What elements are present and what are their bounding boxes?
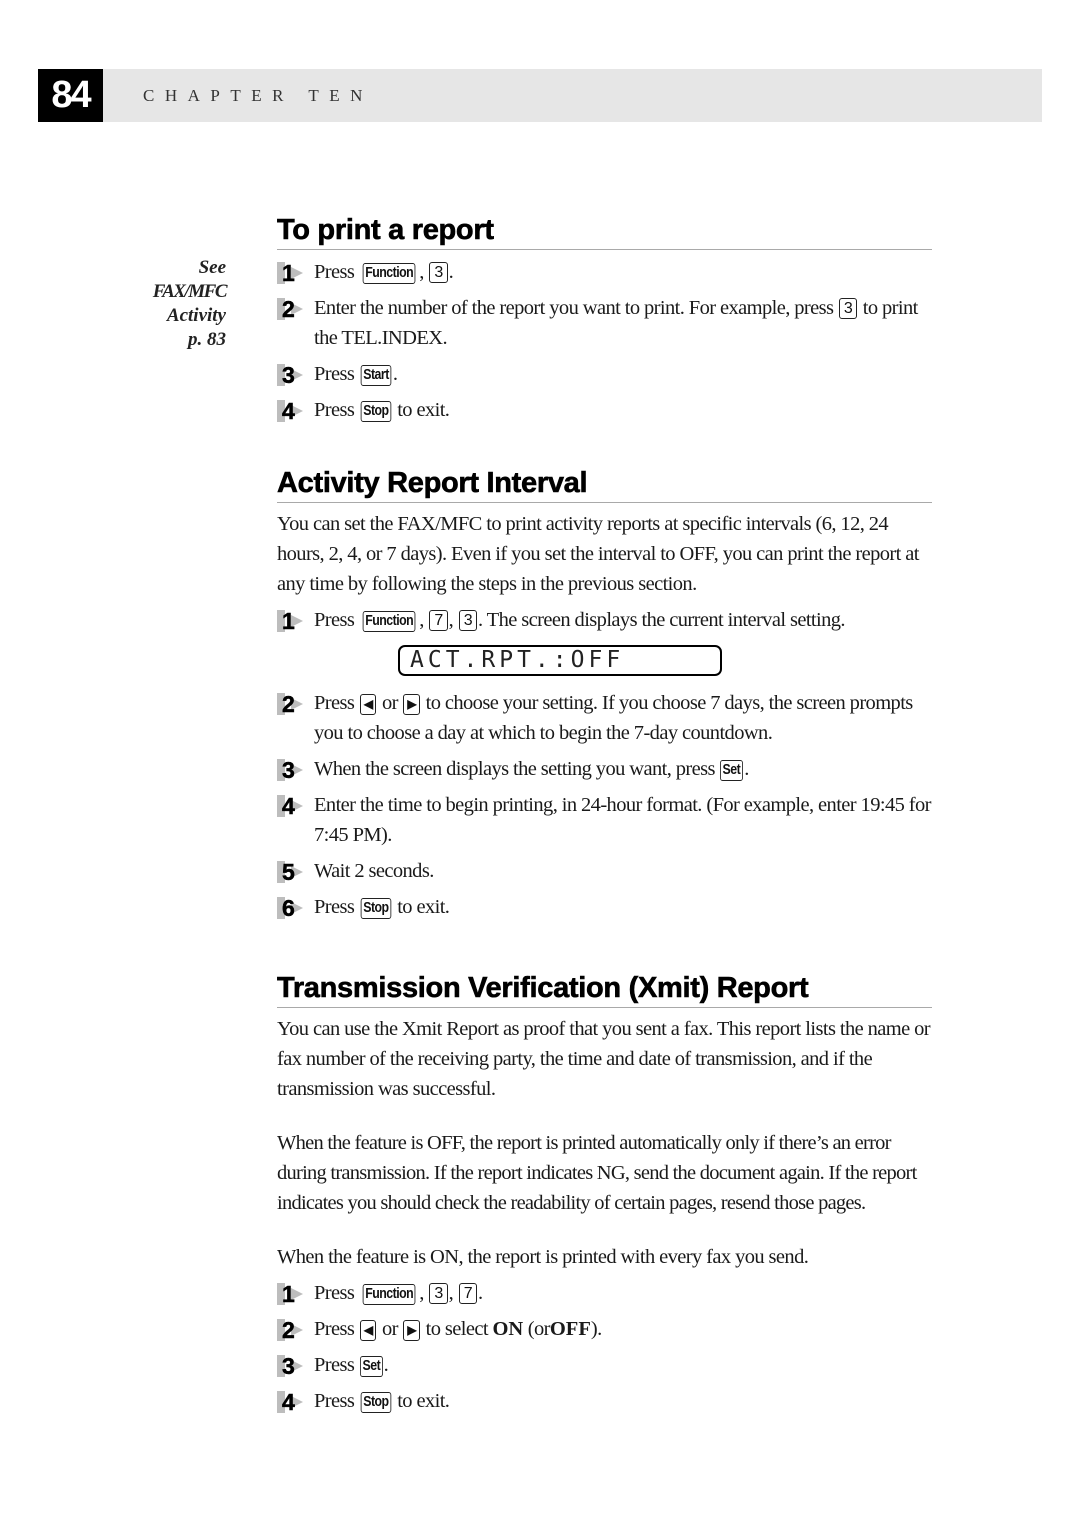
step-text: (or — [527, 1318, 551, 1340]
step-item: 1 Press Function, 3. — [277, 257, 932, 287]
left-arrow-key-icon: ◀ — [359, 1320, 377, 1341]
step-item: 2 Press ◀ or ▶ to select ON (orOFF). — [277, 1314, 932, 1344]
option-off: OFF — [549, 1318, 591, 1340]
paragraph: When the feature is OFF, the report is p… — [277, 1132, 917, 1214]
key-7: 7 — [429, 610, 448, 631]
section-xmit-report: Transmission Verification (Xmit) Report … — [277, 971, 932, 1416]
step-marker-icon: 4 — [277, 398, 307, 425]
key-7: 7 — [458, 1283, 477, 1304]
paragraph: You can use the Xmit Report as proof tha… — [277, 1018, 931, 1100]
key-3: 3 — [429, 262, 448, 283]
step-text: . — [383, 1354, 389, 1376]
step-item: 5 Wait 2 seconds. — [277, 856, 932, 886]
step-marker-icon: 3 — [277, 757, 307, 784]
step-item: 4 Enter the time to begin printing, in 2… — [277, 790, 932, 850]
step-text: . — [392, 363, 398, 385]
section-title: To print a report — [277, 213, 932, 250]
sidenote-line: FAX/MFC — [152, 281, 228, 302]
step-item: 3 Press Start. — [277, 359, 932, 389]
stop-key: Stop — [360, 1392, 391, 1413]
key-3: 3 — [429, 1283, 448, 1304]
right-arrow-key-icon: ▶ — [403, 1320, 421, 1341]
step-text: Enter the time to begin printing, in 24-… — [314, 794, 931, 846]
step-text: Press — [314, 609, 355, 631]
step-text: Press — [314, 261, 355, 283]
step-item: 2 Press ◀ or ▶ to choose your setting. I… — [277, 688, 932, 748]
function-key: Function — [362, 1284, 416, 1305]
step-item: 1 Press Function, 7, 3. The screen displ… — [277, 605, 932, 635]
step-marker-icon: 4 — [277, 1389, 307, 1416]
left-arrow-key-icon: ◀ — [359, 694, 377, 715]
right-arrow-key-icon: ▶ — [403, 694, 421, 715]
function-key: Function — [362, 263, 416, 284]
sidenote-line: p. 83 — [188, 329, 226, 350]
step-text: Enter the number of the report you want … — [314, 297, 834, 319]
step-text: Press — [314, 1390, 355, 1412]
stop-key: Stop — [360, 898, 391, 919]
step-text: When the screen displays the setting you… — [314, 758, 716, 780]
section-print-report: To print a report 1 Press Function, 3. 2… — [277, 213, 932, 425]
step-marker-icon: 2 — [277, 296, 307, 323]
step-text: to exit. — [397, 1390, 450, 1412]
key-3: 3 — [458, 610, 477, 631]
step-marker-icon: 1 — [277, 260, 307, 287]
step-text: Press — [314, 896, 355, 918]
step-item: 6 Press Stop to exit. — [277, 892, 932, 922]
step-marker-icon: 5 — [277, 859, 307, 886]
step-item: 3 Press Set. — [277, 1350, 932, 1380]
sidenote-line: Activity — [166, 305, 226, 326]
step-text: Press — [314, 1318, 355, 1340]
intro-paragraph: You can set the FAX/MFC to print activit… — [277, 513, 919, 595]
step-text: to select — [425, 1318, 489, 1340]
step-marker-icon: 2 — [277, 691, 307, 718]
step-item: 3 When the screen displays the setting y… — [277, 754, 932, 784]
page-number: 84 — [38, 69, 103, 122]
step-item: 4 Press Stop to exit. — [277, 395, 932, 425]
step-text: Press — [314, 1282, 355, 1304]
section-title: Transmission Verification (Xmit) Report — [277, 971, 932, 1008]
step-text: Press — [314, 363, 355, 385]
step-marker-icon: 2 — [277, 1317, 307, 1344]
step-marker-icon: 3 — [277, 362, 307, 389]
key-3: 3 — [838, 298, 858, 319]
lcd-display: ACT.RPT.:OFF — [398, 645, 722, 676]
paragraph: When the feature is ON, the report is pr… — [277, 1246, 809, 1268]
step-text: . — [478, 1282, 483, 1304]
step-text: to exit. — [397, 896, 450, 918]
step-marker-icon: 4 — [277, 793, 307, 820]
function-key: Function — [362, 611, 416, 632]
step-marker-icon: 1 — [277, 1281, 307, 1308]
step-text: ). — [590, 1318, 602, 1340]
sidenote-line: See — [198, 257, 226, 278]
set-key: Set — [720, 760, 744, 781]
step-item: 4 Press Stop to exit. — [277, 1386, 932, 1416]
step-marker-icon: 6 — [277, 895, 307, 922]
step-text: Press — [314, 1354, 355, 1376]
start-key: Start — [360, 365, 392, 386]
step-text: or — [382, 1318, 398, 1340]
section-title: Activity Report Interval — [277, 466, 932, 503]
set-key: Set — [359, 1356, 383, 1377]
step-text: to exit. — [397, 399, 450, 421]
step-item: 2 Enter the number of the report you wan… — [277, 293, 932, 353]
section-activity-report-interval: Activity Report Interval You can set the… — [277, 466, 932, 922]
step-text: Wait 2 seconds. — [314, 860, 434, 882]
step-text: . The screen displays the current interv… — [478, 609, 846, 631]
sidenote-cross-reference: See FAX/MFC Activity p. 83 — [152, 256, 228, 352]
chapter-title: CHAPTER TEN — [143, 86, 373, 105]
step-item: 1 Press Function, 3, 7. — [277, 1278, 932, 1308]
stop-key: Stop — [360, 401, 391, 422]
step-text: Press — [314, 399, 355, 421]
step-text: . — [744, 758, 749, 780]
option-on: ON — [492, 1318, 524, 1340]
step-marker-icon: 3 — [277, 1353, 307, 1380]
step-text: Press — [314, 692, 355, 714]
step-text: . — [448, 261, 454, 283]
step-text: or — [382, 692, 398, 714]
step-marker-icon: 1 — [277, 608, 307, 635]
